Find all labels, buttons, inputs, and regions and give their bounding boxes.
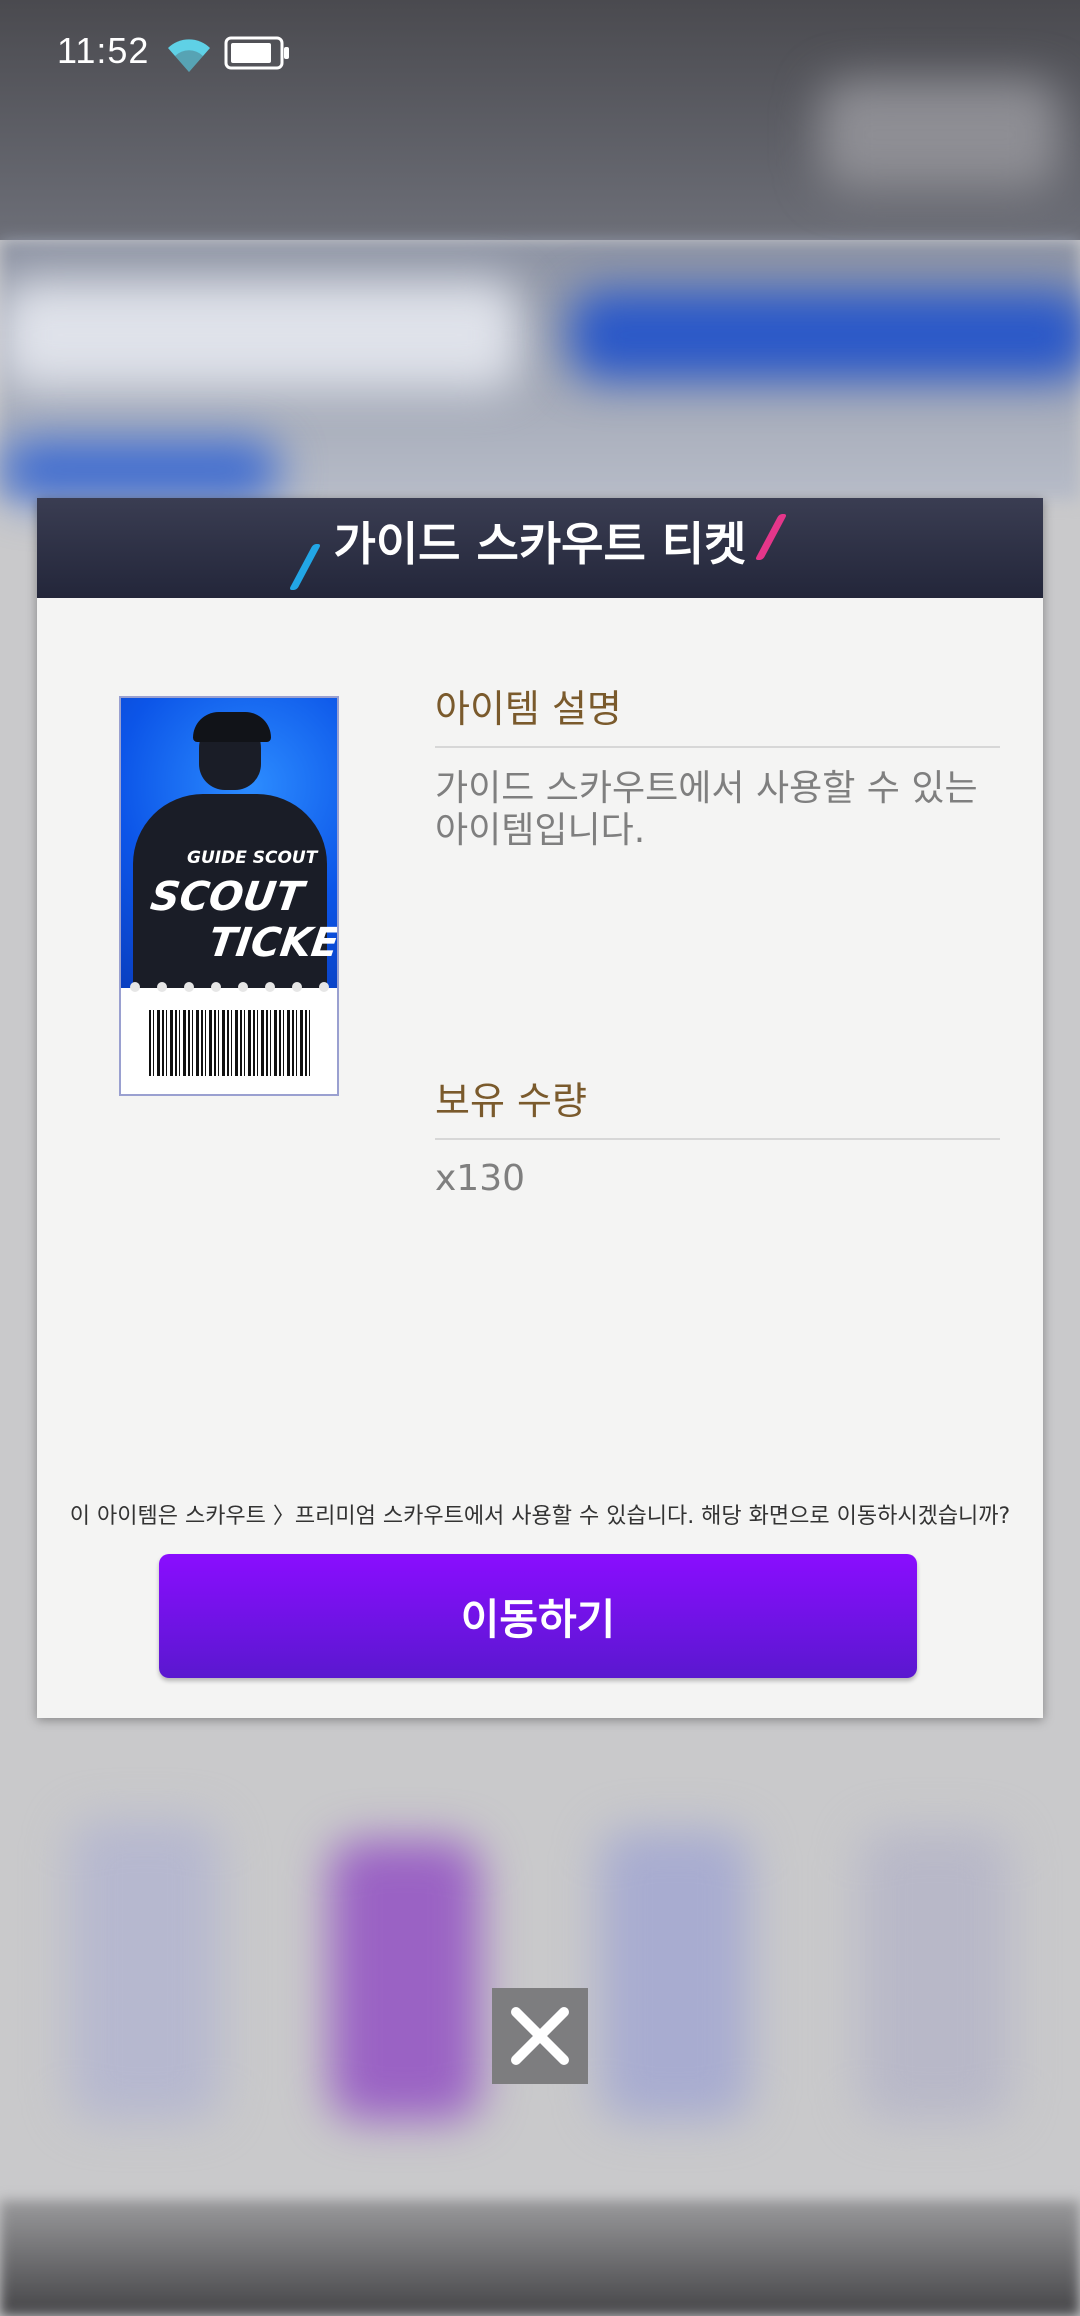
- battery-icon: [224, 36, 289, 70]
- dialog-title: 가이드 스카우트 티켓: [333, 517, 747, 571]
- background-blob: [0, 280, 520, 390]
- quantity-divider: [435, 1138, 1000, 1140]
- ticket-title-line1: SCOUT: [147, 874, 307, 920]
- close-button[interactable]: [492, 1988, 588, 2084]
- quantity-label: 보유 수량: [435, 1079, 587, 1123]
- background-blob: [600, 1830, 750, 2120]
- dialog-header: 가이드 스카우트 티켓: [37, 498, 1043, 598]
- ticket-title-line2: TICKET: [205, 920, 337, 966]
- ticket-artwork: GUIDE SCOUT SCOUT TICKET: [121, 698, 337, 988]
- scout-ticket-image: GUIDE SCOUT SCOUT TICKET: [119, 696, 339, 1096]
- background-blob: [330, 1840, 480, 2120]
- quantity-value: x130: [435, 1158, 526, 1199]
- ticket-tag: GUIDE SCOUT: [187, 848, 318, 868]
- background-bottom: [0, 2200, 1080, 2316]
- wifi-icon: [168, 39, 210, 72]
- status-bar: 11:52: [0, 0, 1080, 110]
- background-blob: [0, 440, 280, 500]
- description-divider: [435, 746, 1000, 748]
- description-label: 아이템 설명: [435, 687, 622, 731]
- barcode-icon: [149, 1010, 313, 1076]
- ticket-perforation: [121, 982, 337, 994]
- move-button[interactable]: 이동하기: [159, 1554, 917, 1678]
- description-text: 가이드 스카우트에서 사용할 수 있는 아이템입니다.: [435, 768, 978, 851]
- status-time: 11:52: [57, 30, 150, 71]
- background-blob: [70, 1820, 220, 2120]
- move-notice: 이 아이템은 스카우트 〉프리미엄 스카우트에서 사용할 수 있습니다. 해당 …: [69, 1504, 1011, 1529]
- player-silhouette-cap: [193, 712, 271, 742]
- item-info-dialog: 가이드 스카우트 티켓 GUIDE SCOUT SCOUT TICKET 아이템…: [37, 498, 1043, 1718]
- background-blob: [860, 1830, 1010, 2120]
- background-blob: [570, 290, 1080, 380]
- close-icon: [511, 2007, 569, 2065]
